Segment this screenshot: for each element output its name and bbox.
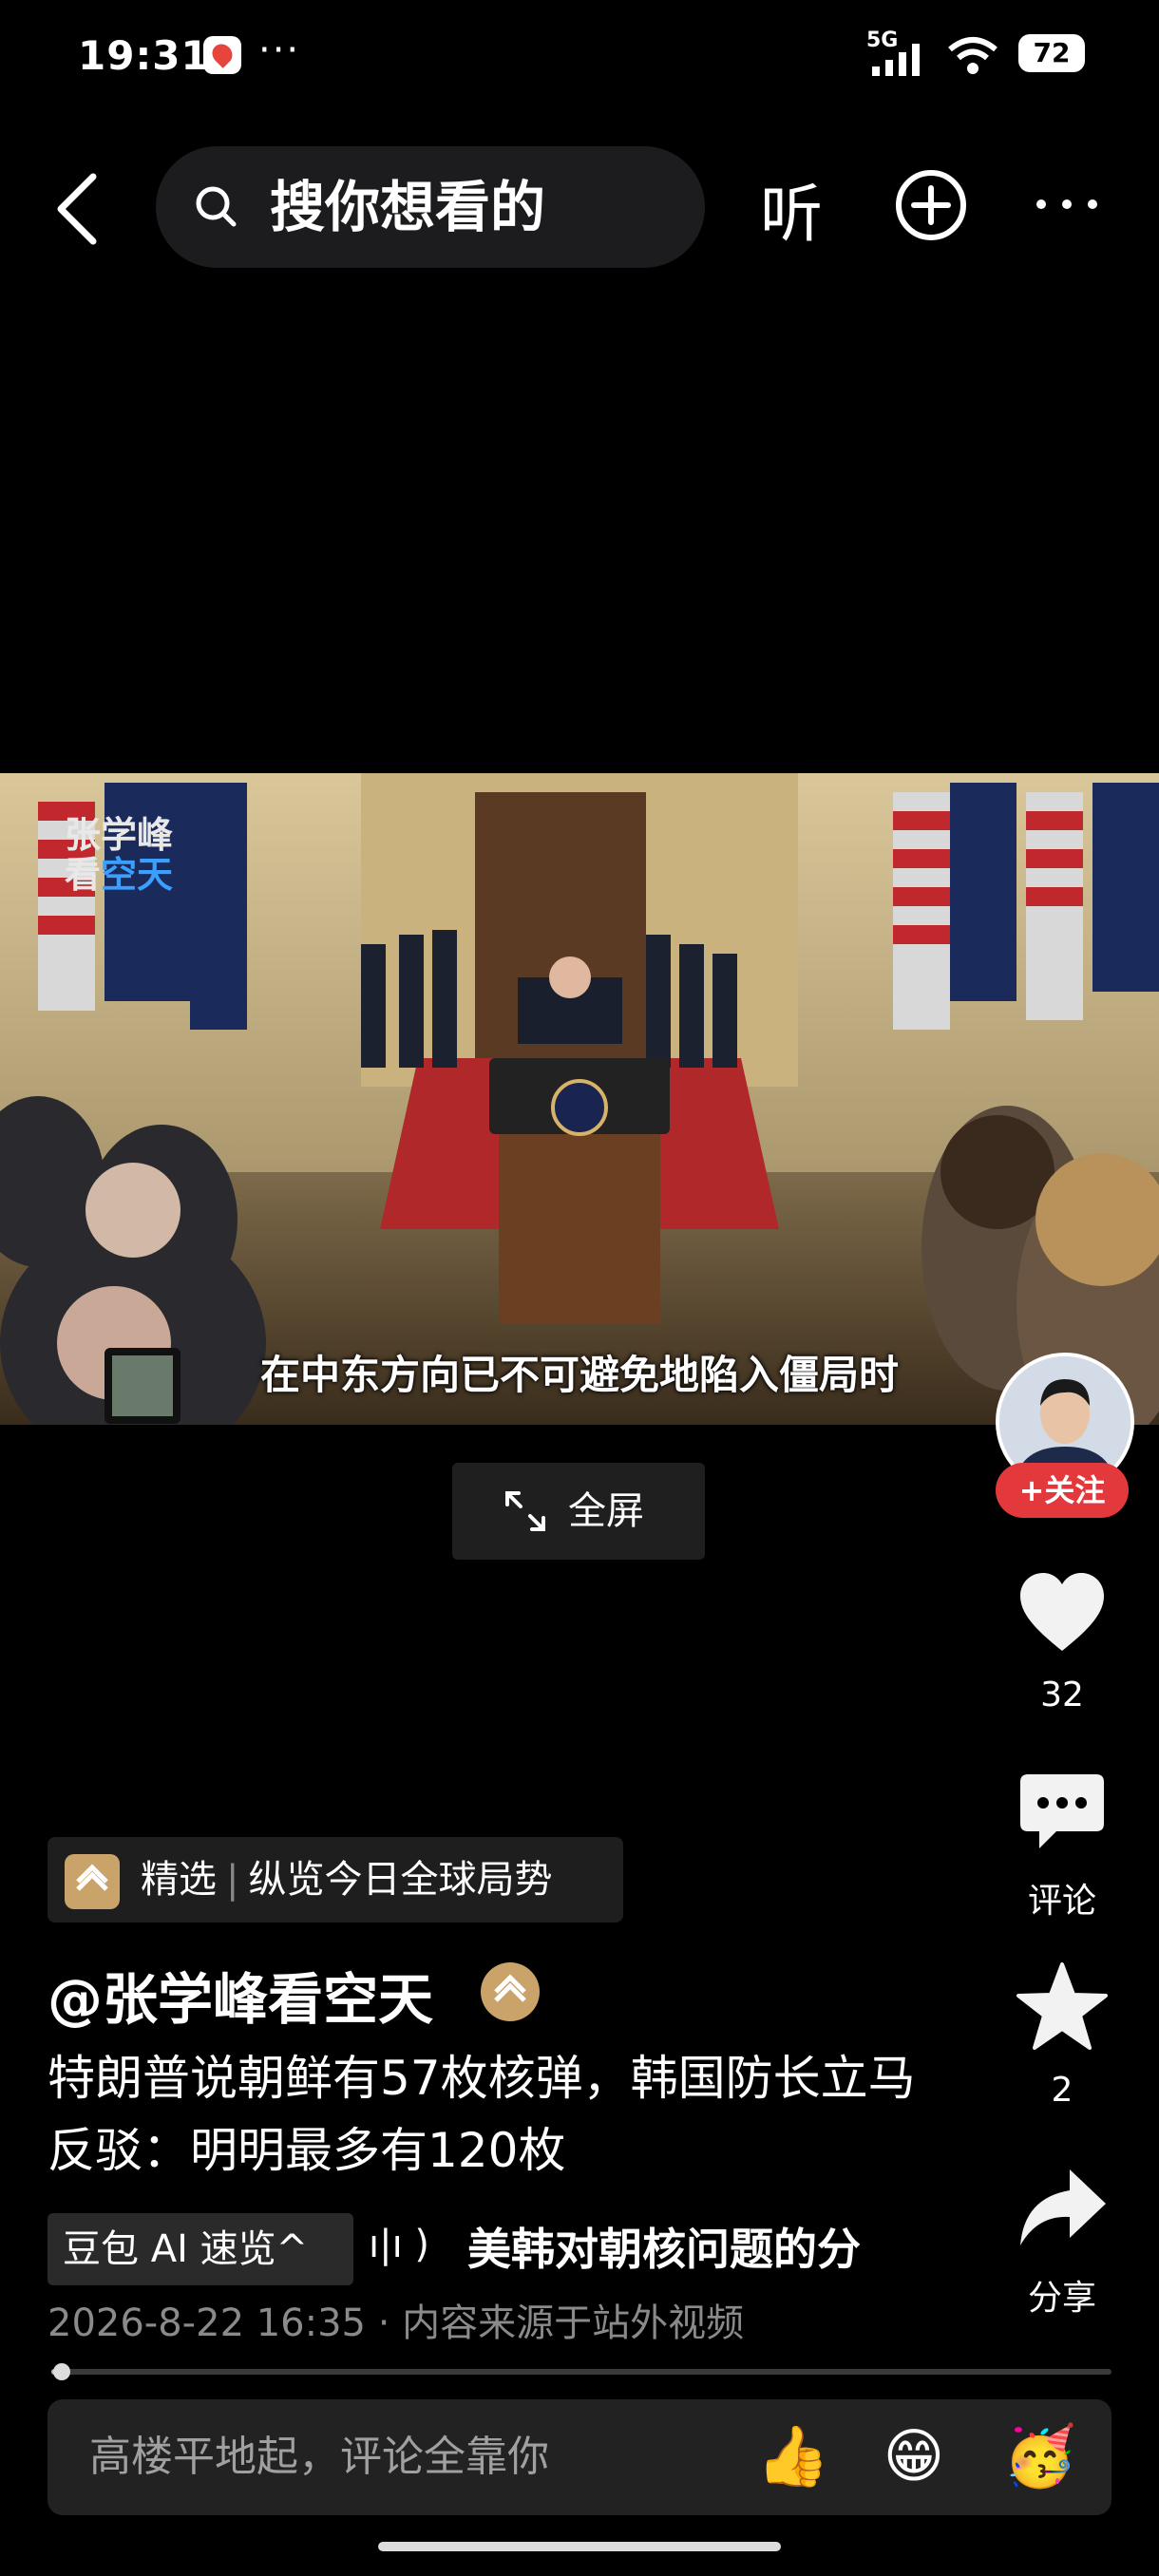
watermark-line2: 看空天 bbox=[65, 855, 173, 895]
video-description: 特朗普说朝鲜有57枚核弹，韩国防长立马反驳：明明最多有120枚 bbox=[48, 2051, 916, 2178]
battery-indicator: 72 bbox=[1018, 34, 1085, 72]
comment-input[interactable]: 高楼平地起，评论全靠你 👍 😁 🥳 bbox=[48, 2399, 1112, 2515]
tag-separator: | bbox=[226, 1858, 239, 1902]
author-name[interactable]: @张学峰看空天 bbox=[48, 1955, 433, 2035]
tag-badge-label: 精选 bbox=[141, 1858, 217, 1902]
expand-icon bbox=[505, 1491, 545, 1531]
verified-icon bbox=[481, 1962, 540, 2021]
wifi-icon bbox=[948, 37, 998, 74]
follow-button[interactable]: +关注 bbox=[996, 1463, 1129, 1518]
tag-text: 精选 | 纵览今日全球局势 bbox=[141, 1852, 552, 1907]
comment-placeholder: 高楼平地起，评论全靠你 bbox=[89, 2433, 549, 2481]
featured-badge-glyph bbox=[76, 1864, 108, 1891]
playback-progress[interactable] bbox=[51, 2363, 1112, 2380]
video-player[interactable]: 张学峰 看空天 在中东方向已不可避免地陷入僵局时 bbox=[0, 773, 1159, 1425]
featured-badge-icon bbox=[65, 1854, 120, 1909]
post-datetime: 2026-8-22 16:35 bbox=[48, 2301, 366, 2345]
video-subtitle: 在中东方向已不可避免地陷入僵局时 bbox=[259, 1352, 899, 1398]
signal-icon bbox=[872, 44, 920, 76]
content-source: 内容来源于站外视频 bbox=[402, 2301, 745, 2345]
search-placeholder: 搜你想看的 bbox=[270, 175, 546, 239]
star-icon[interactable] bbox=[1015, 1960, 1110, 2055]
share-label: 分享 bbox=[1027, 2279, 1096, 2318]
home-indicator[interactable] bbox=[378, 2542, 781, 2551]
post-meta: 2026-8-22 16:35 · 内容来源于站外视频 bbox=[48, 2301, 745, 2345]
comment-label: 评论 bbox=[1027, 1882, 1096, 1921]
like-count: 32 bbox=[1040, 1676, 1084, 1714]
watermark-line2a: 看 bbox=[65, 854, 102, 896]
status-time: 19:31 bbox=[78, 32, 210, 79]
featured-tag[interactable]: 精选 | 纵览今日全球局势 bbox=[48, 1837, 623, 1923]
fullscreen-label: 全屏 bbox=[568, 1489, 644, 1533]
back-arrow-icon[interactable] bbox=[49, 171, 106, 247]
search-bar[interactable]: 搜你想看的 bbox=[156, 146, 705, 268]
comment-icon[interactable] bbox=[1015, 1765, 1110, 1860]
heart-icon[interactable] bbox=[1015, 1567, 1110, 1662]
status-indicators: 5G 72 bbox=[866, 28, 1085, 78]
more-notifications-icon: ··· bbox=[258, 28, 301, 72]
watermark-line2b: 空天 bbox=[101, 854, 174, 896]
progress-handle[interactable] bbox=[53, 2363, 71, 2380]
ai-summary-text[interactable]: 美韩对朝核问题的分 bbox=[467, 2213, 904, 2285]
thumbs-up-emoji-icon[interactable]: 👍 bbox=[756, 2420, 829, 2492]
more-options-icon[interactable] bbox=[1034, 190, 1100, 218]
verified-glyph bbox=[494, 1974, 526, 2002]
search-icon bbox=[196, 186, 237, 227]
audio-wave-icon: ı|ı ) bbox=[369, 2223, 430, 2266]
add-icon[interactable] bbox=[893, 167, 969, 243]
listen-button[interactable]: 听 bbox=[760, 163, 823, 255]
ai-summary-button[interactable]: 豆包 AI 速览^ bbox=[48, 2213, 353, 2285]
share-icon[interactable] bbox=[1015, 2162, 1110, 2257]
grinning-emoji-icon[interactable]: 😁 bbox=[878, 2420, 950, 2492]
video-frame bbox=[0, 773, 1159, 1425]
party-emoji-icon[interactable]: 🥳 bbox=[1003, 2420, 1076, 2492]
channel-watermark: 张学峰 看空天 bbox=[65, 815, 173, 895]
tag-topic: 纵览今日全球局势 bbox=[248, 1858, 553, 1902]
map-app-icon bbox=[203, 36, 241, 74]
favorite-count: 2 bbox=[1051, 2071, 1074, 2110]
fullscreen-button[interactable]: 全屏 bbox=[452, 1463, 705, 1560]
watermark-line1: 张学峰 bbox=[65, 814, 174, 856]
